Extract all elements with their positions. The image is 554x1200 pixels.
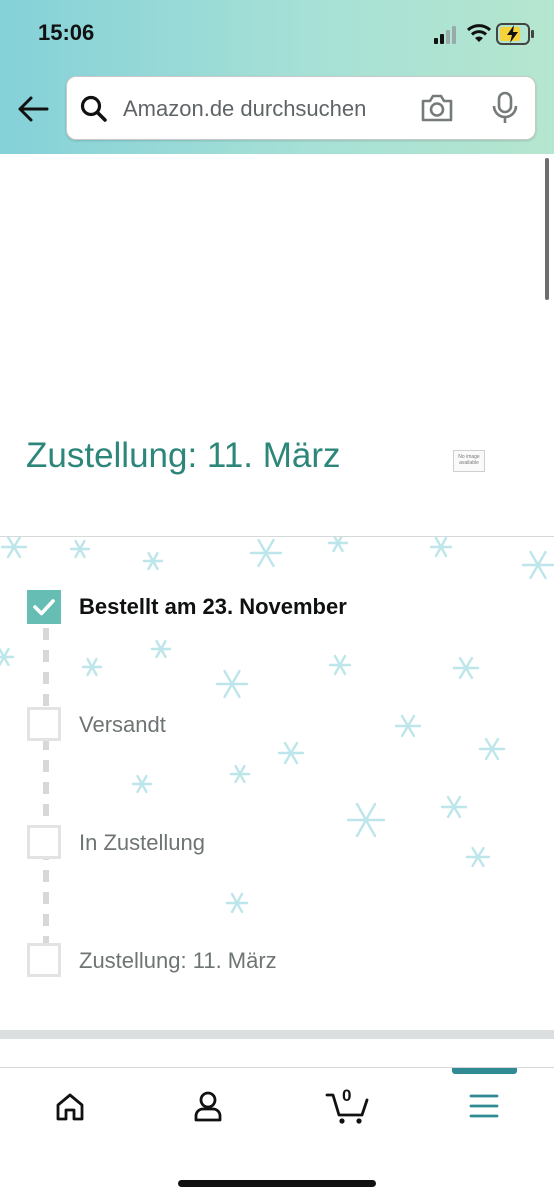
section-divider-thick (0, 1030, 554, 1039)
step-label-out-for-delivery: In Zustellung (79, 830, 205, 855)
tab-menu[interactable] (464, 1086, 504, 1126)
cellular-signal-icon (434, 26, 460, 44)
home-indicator[interactable] (178, 1180, 376, 1187)
timeline-connector (43, 628, 49, 944)
back-arrow-icon[interactable] (16, 94, 50, 124)
step-checkbox-shipped (27, 707, 61, 741)
home-icon (56, 1093, 84, 1121)
menu-icon (469, 1094, 499, 1118)
tab-home[interactable] (50, 1086, 90, 1126)
scrollbar[interactable] (545, 158, 549, 300)
search-input[interactable] (121, 91, 405, 127)
step-label-shipped: Versandt (79, 712, 166, 737)
step-checkbox-out-for-delivery (27, 825, 61, 859)
checkmark-icon (33, 599, 55, 616)
status-time: 15:06 (38, 20, 95, 45)
cart-count-badge: 0 (342, 1086, 352, 1105)
delivery-heading: Zustellung: 11. März (26, 436, 341, 475)
active-tab-indicator (452, 1068, 517, 1074)
battery-charging-icon (496, 23, 534, 45)
wifi-icon (466, 24, 492, 42)
microphone-icon[interactable] (491, 91, 519, 125)
account-icon (194, 1091, 222, 1122)
search-bar[interactable] (66, 76, 536, 140)
step-checkbox-ordered (27, 590, 61, 624)
product-image-placeholder[interactable]: No image available (453, 450, 485, 472)
step-label-delivery: Zustellung: 11. März (79, 948, 277, 973)
step-checkbox-delivery (27, 943, 61, 977)
no-image-label: No image available (458, 454, 480, 466)
step-label-ordered: Bestellt am 23. November (79, 594, 347, 619)
top-header: 15:06 (0, 0, 554, 154)
search-icon (80, 95, 107, 122)
camera-icon[interactable] (419, 93, 455, 123)
tab-cart[interactable]: 0 (324, 1086, 372, 1126)
tab-account[interactable] (188, 1086, 228, 1126)
